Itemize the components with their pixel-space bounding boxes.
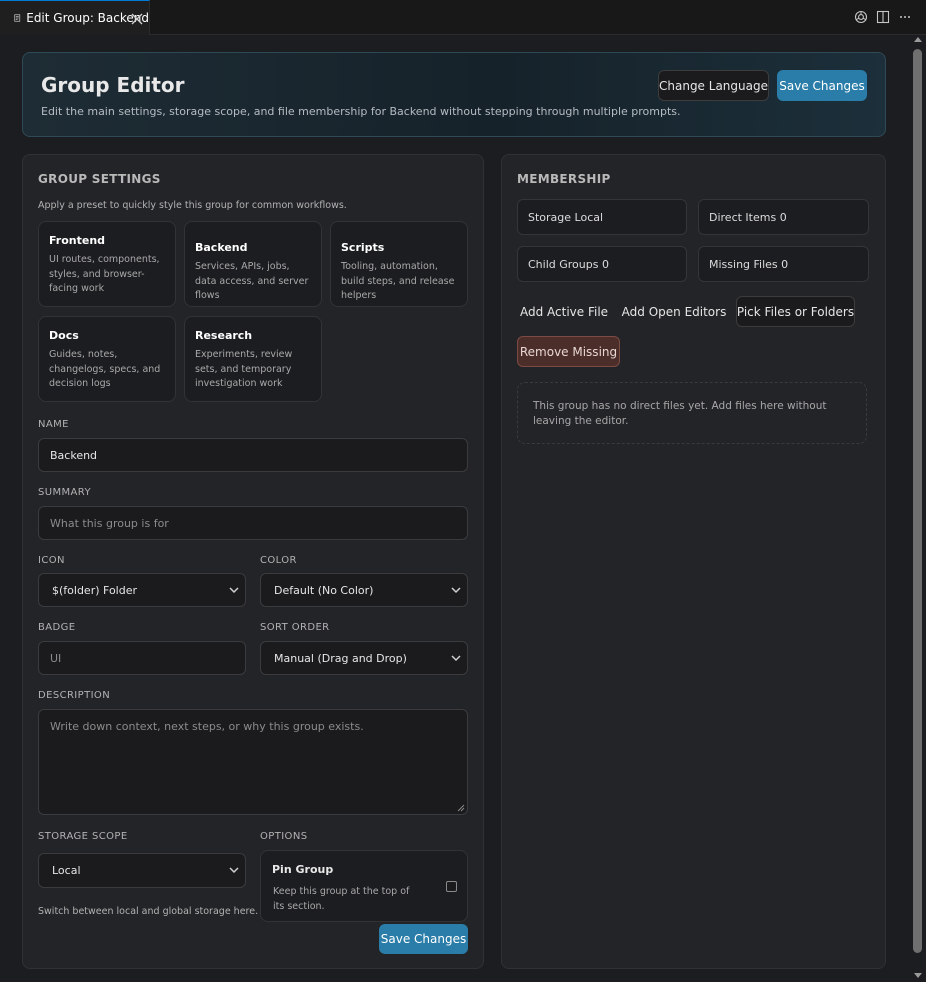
editor-actions xyxy=(854,10,912,24)
pin-group-description: Keep this group at the top of its sectio… xyxy=(273,886,410,912)
close-icon[interactable] xyxy=(130,12,144,26)
split-editor-icon[interactable] xyxy=(876,10,890,24)
group-settings-title: GROUP SETTINGS xyxy=(38,172,161,186)
icon-select[interactable]: $(folder) Folder xyxy=(38,573,246,607)
save-changes-button-top[interactable]: Save Changes xyxy=(777,70,867,101)
description-textarea[interactable]: Write down context, next steps, or why t… xyxy=(38,709,468,815)
pin-group-checkbox[interactable] xyxy=(446,881,457,892)
chevron-down-icon xyxy=(229,867,239,874)
sort-order-label: SORT ORDER xyxy=(260,622,330,633)
group-editor-header: Group Editor Edit the main settings, sto… xyxy=(22,52,886,137)
scroll-down-arrow-icon[interactable] xyxy=(914,973,922,978)
pin-group-option[interactable]: Pin Group Keep this group at the top of … xyxy=(260,850,468,922)
preset-docs[interactable]: Docs Guides, notes, changelogs, specs, a… xyxy=(38,316,176,402)
chevron-down-icon xyxy=(451,587,461,594)
direct-items-stat: Direct Items 0 xyxy=(698,199,869,235)
save-changes-button-bottom[interactable]: Save Changes xyxy=(379,924,468,954)
preset-name: Frontend xyxy=(49,234,106,247)
name-input[interactable]: Backend xyxy=(38,438,468,472)
icon-label: ICON xyxy=(38,555,65,566)
empty-state-message: This group has no direct files yet. Add … xyxy=(517,382,867,444)
name-label: NAME xyxy=(38,419,69,430)
file-icon xyxy=(14,14,21,22)
chevron-down-icon xyxy=(451,655,461,662)
preset-backend[interactable]: Backend Services, APIs, jobs, data acces… xyxy=(184,221,322,307)
preset-frontend[interactable]: Frontend UI routes, components, styles, … xyxy=(38,221,176,307)
preset-name: Docs xyxy=(49,329,79,342)
preset-scripts[interactable]: Scripts Tooling, automation, build steps… xyxy=(330,221,468,307)
color-select[interactable]: Default (No Color) xyxy=(260,573,468,607)
preset-name: Backend xyxy=(195,241,248,254)
color-select-value: Default (No Color) xyxy=(274,583,374,597)
pick-files-button[interactable]: Pick Files or Folders xyxy=(736,296,855,327)
badge-label: BADGE xyxy=(38,622,76,633)
scroll-up-arrow-icon[interactable] xyxy=(914,37,922,42)
add-active-file-button[interactable]: Add Active File xyxy=(517,296,611,327)
badge-input[interactable]: UI xyxy=(38,641,246,675)
storage-scope-hint: Switch between local and global storage … xyxy=(38,906,259,917)
membership-title: MEMBERSHIP xyxy=(517,172,611,186)
storage-scope-select[interactable]: Local xyxy=(38,853,246,888)
sort-order-select[interactable]: Manual (Drag and Drop) xyxy=(260,641,468,675)
preset-description: Guides, notes, changelogs, specs, and de… xyxy=(49,349,161,389)
change-language-button[interactable]: Change Language xyxy=(658,70,769,101)
preset-name: Scripts xyxy=(341,241,385,254)
page-subtitle: Edit the main settings, storage scope, a… xyxy=(41,105,681,118)
description-label: DESCRIPTION xyxy=(38,690,111,701)
membership-panel: MEMBERSHIP Storage Local Direct Items 0 … xyxy=(501,154,886,969)
options-label: OPTIONS xyxy=(260,831,308,842)
remove-missing-button[interactable]: Remove Missing xyxy=(517,336,620,367)
summary-label: SUMMARY xyxy=(38,487,91,498)
more-icon[interactable] xyxy=(898,10,912,24)
editor-content: Group Editor Edit the main settings, sto… xyxy=(0,35,926,982)
preset-description: UI routes, components, styles, and brows… xyxy=(49,254,160,294)
child-groups-stat: Child Groups 0 xyxy=(517,246,687,282)
chevron-down-icon xyxy=(229,587,239,594)
resize-grip-icon[interactable] xyxy=(457,804,465,812)
editor-tab-bar: Edit Group: Backend xyxy=(0,0,926,35)
summary-input[interactable]: What this group is for xyxy=(38,506,468,540)
pin-group-title: Pin Group xyxy=(272,863,334,876)
preset-research[interactable]: Research Experiments, review sets, and t… xyxy=(184,316,322,402)
color-label: COLOR xyxy=(260,555,297,566)
add-open-editors-button[interactable]: Add Open Editors xyxy=(621,296,727,327)
group-settings-panel: GROUP SETTINGS Apply a preset to quickly… xyxy=(22,154,484,969)
preset-hint: Apply a preset to quickly style this gro… xyxy=(38,200,347,211)
description-placeholder: Write down context, next steps, or why t… xyxy=(50,720,364,733)
preset-description: Experiments, review sets, and temporary … xyxy=(195,349,293,389)
sort-order-value: Manual (Drag and Drop) xyxy=(274,651,407,665)
icon-select-value: $(folder) Folder xyxy=(52,583,138,597)
scrollbar-thumb[interactable] xyxy=(913,49,922,953)
vertical-scrollbar[interactable] xyxy=(910,35,926,982)
preset-name: Research xyxy=(195,329,253,342)
storage-stat: Storage Local xyxy=(517,199,687,235)
page-title: Group Editor xyxy=(41,73,185,97)
copilot-icon[interactable] xyxy=(854,10,868,24)
preset-description: Services, APIs, jobs, data access, and s… xyxy=(195,261,309,301)
tab-edit-group[interactable]: Edit Group: Backend xyxy=(0,0,150,35)
storage-scope-value: Local xyxy=(52,864,81,877)
missing-files-stat: Missing Files 0 xyxy=(698,246,869,282)
preset-description: Tooling, automation, build steps, and re… xyxy=(341,261,455,301)
storage-scope-label: STORAGE SCOPE xyxy=(38,831,128,842)
